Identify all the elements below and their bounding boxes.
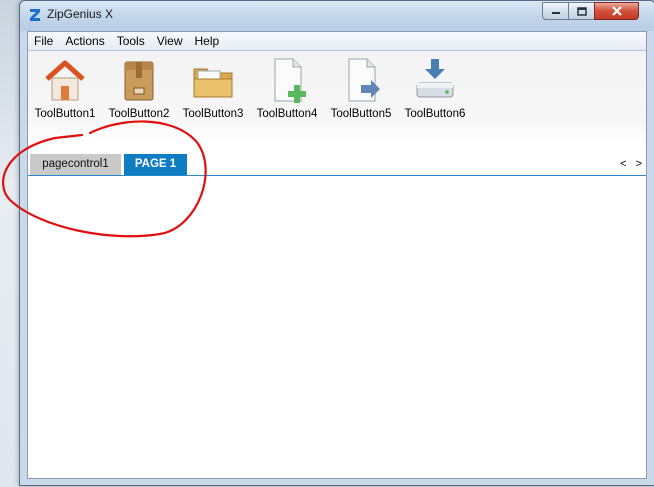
title-bar[interactable]: ZipGenius X [20, 1, 654, 31]
tab-scroll-left-button[interactable]: < [620, 158, 626, 170]
toolbar: ToolButton1 ToolButton2 ToolButton3 Tool… [28, 51, 646, 146]
menu-file[interactable]: File [28, 32, 59, 50]
toolbutton-label: ToolButton4 [256, 108, 318, 120]
close-icon [611, 6, 622, 16]
add-file-icon [274, 58, 306, 103]
minimize-icon [551, 12, 560, 14]
tab-page-1[interactable]: PAGE 1 [124, 154, 187, 175]
maximize-button[interactable] [568, 2, 595, 20]
toolbutton-label: ToolButton5 [330, 108, 392, 120]
download-drive-icon [416, 59, 454, 98]
toolbutton-1[interactable]: ToolButton1 [30, 55, 100, 120]
toolbutton-5[interactable]: ToolButton5 [326, 55, 396, 120]
menu-help[interactable]: Help [189, 32, 226, 50]
minimize-button[interactable] [542, 2, 569, 20]
close-button[interactable] [594, 2, 639, 20]
client-area: File Actions Tools View Help ToolButton1 [27, 31, 647, 479]
menu-bar: File Actions Tools View Help [28, 32, 646, 51]
app-window: ZipGenius X File Actions Tools View Help [19, 0, 654, 486]
tab-pagecontrol1[interactable]: pagecontrol1 [30, 154, 121, 175]
toolbutton-3[interactable]: ToolButton3 [178, 55, 248, 120]
toolbutton-label: ToolButton2 [108, 108, 170, 120]
home-icon [45, 60, 85, 101]
toolbutton-label: ToolButton3 [182, 108, 244, 120]
window-title: ZipGenius X [47, 7, 114, 21]
maximize-icon [576, 6, 587, 16]
toolbutton-4[interactable]: ToolButton4 [252, 55, 322, 120]
package-icon [124, 61, 154, 101]
menu-view[interactable]: View [151, 32, 189, 50]
toolbutton-label: ToolButton1 [34, 108, 96, 120]
zipgenius-icon [30, 9, 40, 21]
tab-scroll-arrows: < > [614, 154, 642, 175]
toolbutton-6[interactable]: ToolButton6 [400, 55, 470, 120]
tab-scroll-right-button[interactable]: > [636, 158, 642, 170]
page-control-tabs: pagecontrol1 PAGE 1 < > [28, 154, 646, 176]
menu-actions[interactable]: Actions [59, 32, 110, 50]
menu-tools[interactable]: Tools [111, 32, 151, 50]
toolbutton-label: ToolButton6 [404, 108, 466, 120]
export-file-icon [348, 58, 380, 102]
folder-icon [193, 68, 233, 98]
toolbutton-2[interactable]: ToolButton2 [104, 55, 174, 120]
